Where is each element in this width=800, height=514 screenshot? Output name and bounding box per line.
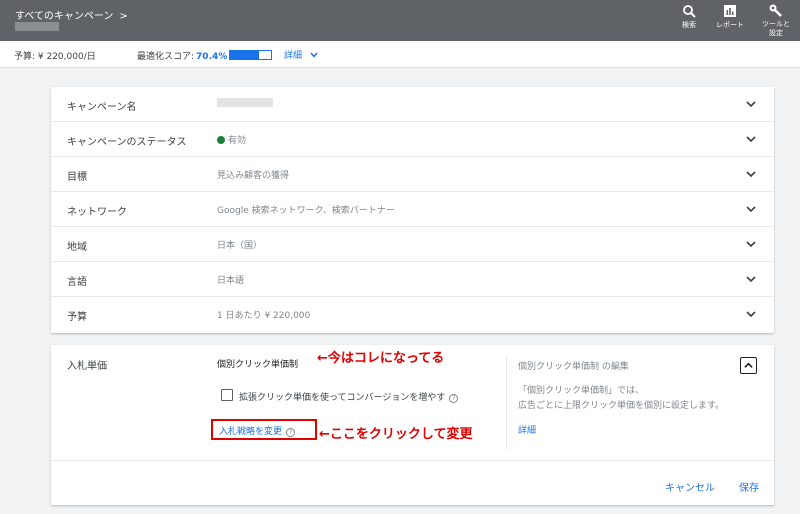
chevron-down-icon[interactable] bbox=[746, 309, 756, 319]
bidding-label: 入札単価 bbox=[67, 361, 107, 372]
optimization-score-label: 最適化スコア: bbox=[137, 52, 195, 62]
setting-row-status[interactable]: キャンペーンのステータス 有効 bbox=[51, 122, 774, 157]
learn-more-link[interactable]: 詳細 bbox=[518, 423, 536, 436]
reports-label: レポート bbox=[716, 21, 744, 29]
help-icon[interactable]: ? bbox=[286, 428, 296, 437]
optimization-score-value: 70.4% bbox=[196, 52, 228, 62]
setting-value: 日本語 bbox=[217, 276, 245, 286]
optimization-score-fill bbox=[230, 51, 259, 59]
annotation-change: ←ここをクリックして変更 bbox=[319, 427, 473, 442]
side-panel-description-line2: 広告ごとに上限クリック単価を個別に設定します。 bbox=[518, 401, 725, 411]
search-label: 検索 bbox=[682, 21, 696, 29]
setting-row-language[interactable]: 言語 日本語 bbox=[51, 262, 774, 297]
setting-row-network[interactable]: ネットワーク Google 検索ネットワーク、検索パートナー bbox=[51, 192, 774, 227]
setting-label: 目標 bbox=[67, 172, 87, 183]
reports-button[interactable]: レポート bbox=[716, 4, 744, 30]
top-bar: すべてのキャンペーン > 検索 レポート ツールと設定 bbox=[0, 0, 800, 41]
setting-row-location[interactable]: 地域 日本（国） bbox=[51, 227, 774, 262]
chevron-down-icon[interactable] bbox=[746, 274, 756, 284]
setting-value: 1 日あたり ¥ 220,000 bbox=[217, 311, 311, 321]
enhanced-cpc-label[interactable]: 拡張クリック単価を使ってコンバージョンを増やす? bbox=[239, 390, 459, 403]
setting-value: 有効 bbox=[217, 133, 246, 146]
setting-label: 言語 bbox=[67, 277, 87, 288]
collapse-button[interactable] bbox=[740, 357, 757, 374]
chevron-down-icon[interactable] bbox=[746, 134, 756, 144]
side-panel-description-line1: 「個別クリック単価制」では、 bbox=[518, 386, 645, 396]
setting-label: 地域 bbox=[67, 242, 87, 253]
cancel-button[interactable]: キャンセル bbox=[665, 479, 715, 494]
chevron-right-icon: > bbox=[119, 11, 128, 22]
setting-value bbox=[217, 98, 273, 108]
wrench-icon bbox=[769, 4, 782, 17]
bidding-card: 入札単価 個別クリック単価制 ←今はコレになってる 拡張クリック単価を使ってコン… bbox=[51, 345, 774, 505]
status-dot-icon bbox=[217, 136, 225, 144]
setting-label: ネットワーク bbox=[67, 207, 127, 218]
setting-row-budget[interactable]: 予算 1 日あたり ¥ 220,000 bbox=[51, 297, 774, 332]
info-bar: 予算: ¥ 220,000/日 最適化スコア: 70.4% 詳細 bbox=[0, 41, 800, 68]
help-icon[interactable]: ? bbox=[449, 394, 459, 403]
campaign-name-redacted bbox=[15, 22, 59, 31]
change-bid-strategy-link[interactable]: 入札戦略を変更? bbox=[211, 419, 317, 440]
setting-row-goal[interactable]: 目標 見込み顧客の獲得 bbox=[51, 157, 774, 192]
chevron-down-icon[interactable] bbox=[746, 204, 756, 214]
setting-label: 予算 bbox=[67, 312, 87, 323]
vertical-divider bbox=[506, 355, 507, 450]
tools-button[interactable]: ツールと設定 bbox=[761, 4, 791, 38]
setting-value: 日本（国） bbox=[217, 241, 263, 251]
side-panel-title: 個別クリック単価制 の編集 bbox=[518, 362, 629, 372]
reports-icon bbox=[724, 5, 736, 17]
annotation-current: ←今はコレになってる bbox=[317, 351, 445, 366]
optimization-score: 最適化スコア: 70.4% bbox=[137, 49, 227, 62]
chevron-down-icon[interactable] bbox=[746, 169, 756, 179]
details-dropdown[interactable]: 詳細 bbox=[284, 48, 318, 61]
chevron-down-icon[interactable] bbox=[746, 239, 756, 249]
setting-value: 見込み顧客の獲得 bbox=[217, 171, 290, 181]
breadcrumb-label[interactable]: すべてのキャンペーン bbox=[15, 11, 113, 22]
setting-value: Google 検索ネットワーク、検索パートナー bbox=[217, 206, 395, 216]
save-button[interactable]: 保存 bbox=[739, 479, 759, 494]
chevron-down-icon bbox=[310, 52, 318, 58]
breadcrumb[interactable]: すべてのキャンペーン > bbox=[15, 7, 128, 22]
details-label[interactable]: 詳細 bbox=[284, 51, 302, 61]
search-icon bbox=[683, 5, 696, 18]
chevron-up-icon bbox=[744, 362, 753, 368]
horizontal-divider bbox=[51, 460, 774, 461]
setting-row-campaign-name[interactable]: キャンペーン名 bbox=[51, 87, 774, 122]
chevron-down-icon[interactable] bbox=[746, 99, 756, 109]
setting-label: キャンペーンのステータス bbox=[67, 137, 187, 148]
daily-budget: 予算: ¥ 220,000/日 bbox=[14, 52, 96, 62]
enhanced-cpc-text[interactable]: 拡張クリック単価を使ってコンバージョンを増やす bbox=[239, 393, 445, 403]
change-bid-strategy-text[interactable]: 入札戦略を変更 bbox=[219, 427, 282, 437]
redacted-value bbox=[217, 98, 273, 107]
enhanced-cpc-checkbox[interactable] bbox=[221, 389, 233, 401]
optimization-score-bar bbox=[229, 50, 272, 60]
setting-label: キャンペーン名 bbox=[67, 102, 137, 113]
tools-label: ツールと設定 bbox=[762, 20, 790, 37]
bid-strategy-value: 個別クリック単価制 bbox=[217, 360, 299, 370]
search-button[interactable]: 検索 bbox=[682, 4, 696, 30]
campaign-settings-card: キャンペーン名 キャンペーンのステータス 有効 目標 見込み顧客の獲得 ネットワ… bbox=[51, 87, 774, 333]
status-text: 有効 bbox=[228, 136, 247, 146]
